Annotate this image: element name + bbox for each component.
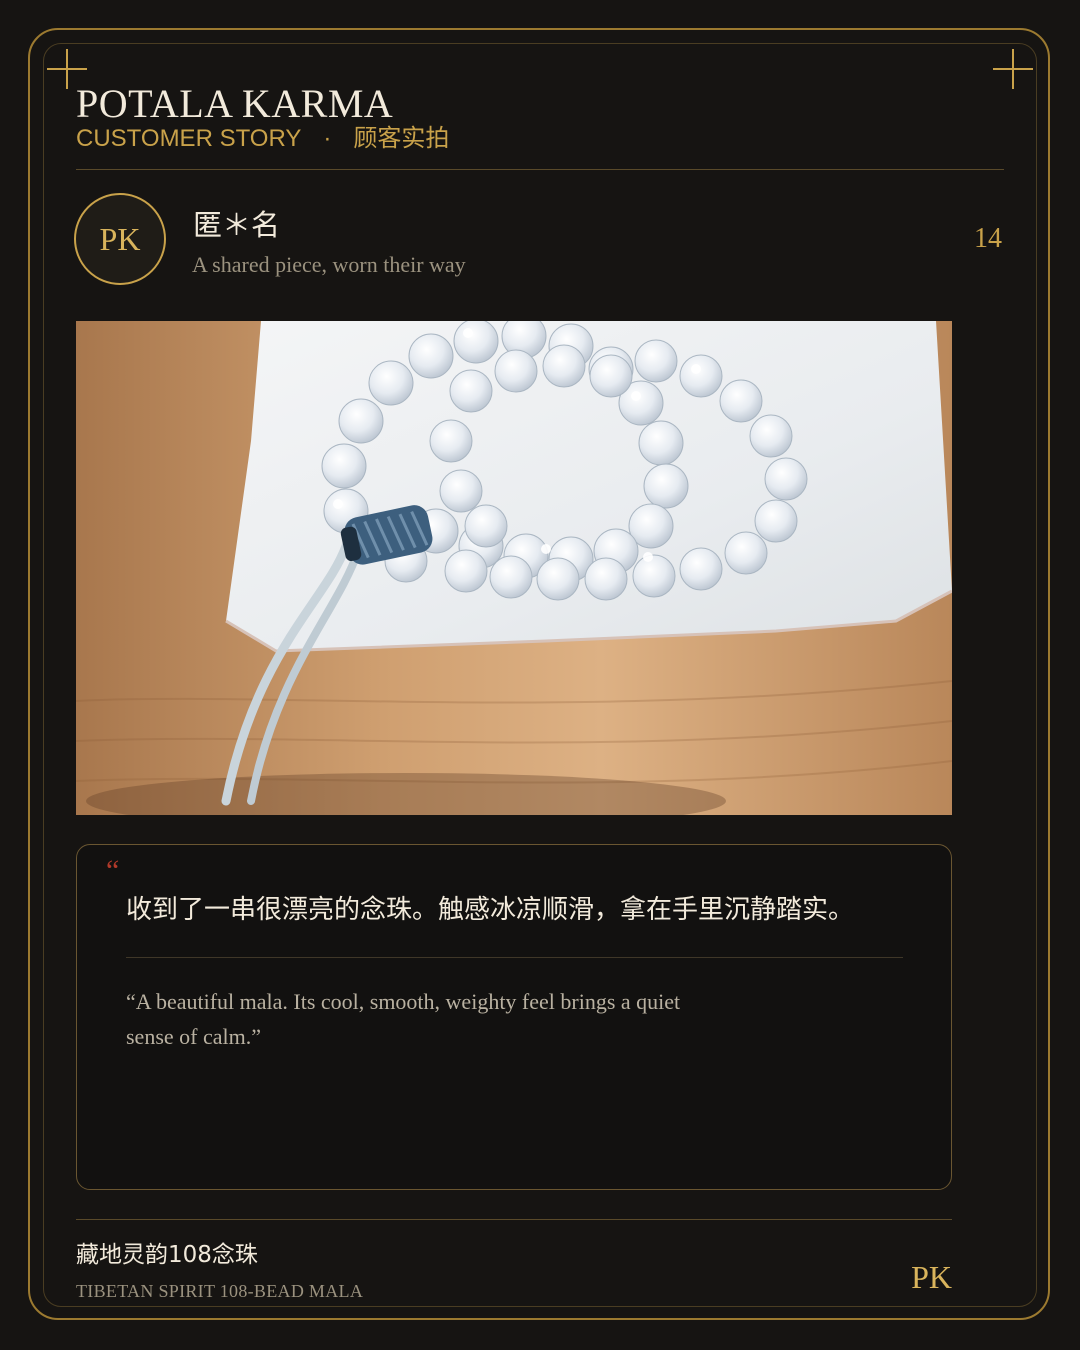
corner-plus-icon [993, 49, 1033, 89]
avatar-initials: PK [99, 220, 141, 257]
quote-mark-icon: “ [106, 854, 120, 887]
tagline-separator: · [323, 125, 332, 152]
product-name-zh: 藏地灵韵108念珠 [76, 1242, 258, 1268]
brand-name: POTALA KARMA [76, 81, 394, 126]
story-number: 14 [974, 223, 1002, 254]
reviewer-subtitle: A shared piece, worn their way [192, 252, 466, 277]
tagline-en: CUSTOMER STORY [76, 125, 302, 152]
quote-divider [126, 957, 903, 958]
header-divider [76, 169, 1004, 170]
reviewer-name: 匿＊名 [193, 208, 281, 242]
quote-text-zh: 收到了一串很漂亮的念珠。触感冰凉顺滑，拿在手里沉静踏实。 [126, 895, 855, 925]
avatar: PK [74, 193, 166, 285]
photo-illustration [76, 321, 952, 815]
tagline: CUSTOMER STORY · 顾客实拍 [76, 124, 449, 154]
product-name-en: TIBETAN SPIRIT 108-BEAD MALA [76, 1281, 364, 1301]
customer-photo [76, 321, 952, 815]
footer-divider [76, 1219, 952, 1220]
tagline-zh: 顾客实拍 [353, 125, 450, 152]
footer-logo: PK [911, 1259, 952, 1295]
quote-text-en: “A beautiful mala. Its cool, smooth, wei… [126, 989, 681, 1049]
